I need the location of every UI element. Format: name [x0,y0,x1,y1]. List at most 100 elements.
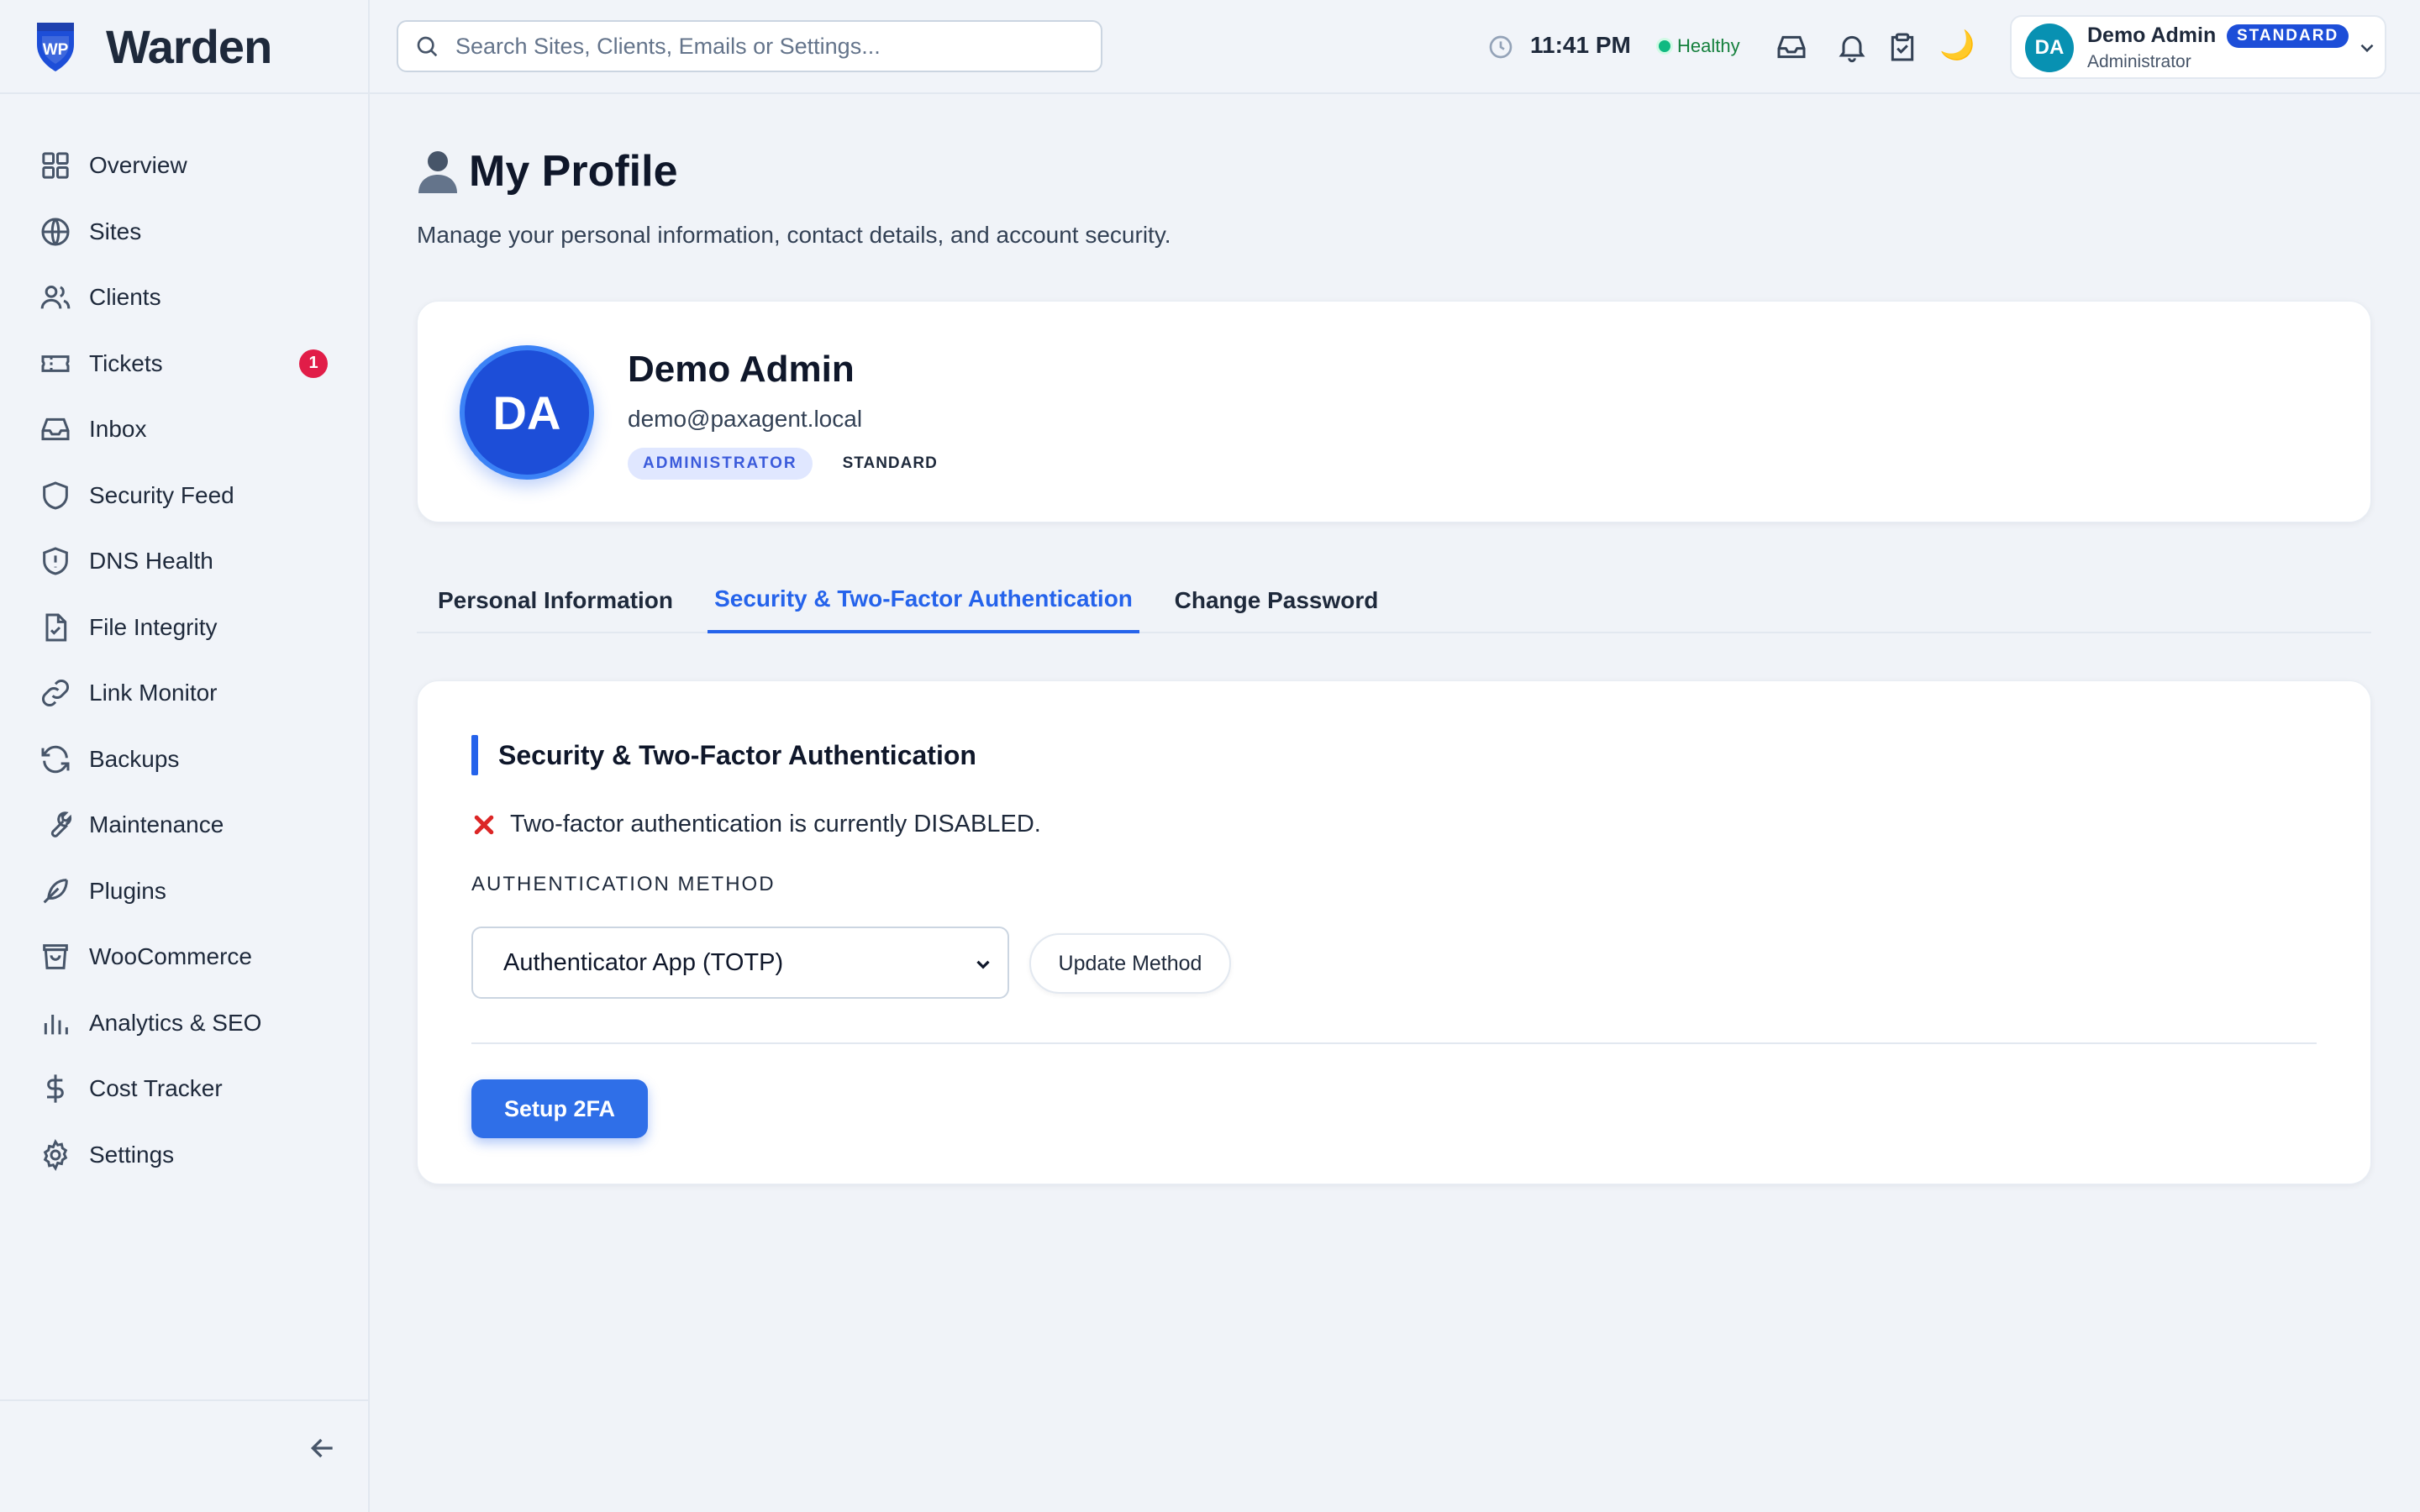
health-status: Healthy [1659,35,1740,57]
profile-card: DA Demo Admin demo@paxagent.local ADMINI… [417,301,2371,522]
section-heading: Security & Two-Factor Authentication [471,735,976,775]
sidebar-item-file-integrity[interactable]: File Integrity [0,595,368,661]
search-input[interactable] [455,33,1094,60]
chevron-down-icon [2360,44,2374,53]
setup-2fa-button[interactable]: Setup 2FA [471,1079,648,1138]
sidebar-item-plugins[interactable]: Plugins [0,858,368,925]
sidebar-item-label: Inbox [89,416,147,443]
user-silhouette-icon [418,151,457,193]
user-menu[interactable]: DA Demo Admin STANDARD Administrator [2010,15,2386,79]
profile-email: demo@paxagent.local [628,406,863,432]
sidebar-item-link-monitor[interactable]: Link Monitor [0,660,368,727]
sidebar-item-label: Tickets [89,349,163,376]
svg-text:WP: WP [43,41,69,59]
topbar: 11:41 PM Healthy 🌙 DA Demo Admin STANDAR… [370,0,2420,94]
users-icon [40,286,71,309]
sidebar-item-clients[interactable]: Clients [0,265,368,331]
sidebar-item-settings[interactable]: Settings [0,1122,368,1189]
health-label: Healthy [1677,35,1740,56]
sidebar-item-woocommerce[interactable]: WooCommerce [0,924,368,990]
sidebar-item-label: Plugins [89,877,166,904]
sidebar-item-label: Settings [89,1141,175,1168]
sidebar-item-analytics-seo[interactable]: Analytics & SEO [0,990,368,1057]
auth-method-value: Authenticator App (TOTP) [503,948,784,976]
sidebar-item-backups[interactable]: Backups [0,727,368,793]
sidebar-item-label: Overview [89,152,187,179]
sidebar-item-overview[interactable]: Overview [0,133,368,199]
wrench-icon [50,811,72,838]
bell-icon[interactable] [1835,30,1869,64]
section-title: Security & Two-Factor Authentication [498,739,976,770]
sidebar-item-label: DNS Health [89,548,213,575]
search-icon [417,36,438,57]
shield-icon [43,481,68,510]
tab-personal-information[interactable]: Personal Information [417,568,694,633]
page-title-text: My Profile [469,147,678,196]
globe-icon [41,218,70,246]
auth-method-select[interactable]: Authenticator App (TOTP) [471,927,1009,999]
sidebar-item-label: Analytics & SEO [89,1009,262,1036]
update-method-button[interactable]: Update Method [1029,933,1231,994]
dark-mode-toggle-icon[interactable]: 🌙 [1939,29,1975,62]
refresh-icon [41,745,70,773]
sidebar-item-sites[interactable]: Sites [0,199,368,265]
close-icon [474,815,494,834]
sidebar-item-label: Backups [89,745,180,772]
sidebar-item-label: Maintenance [89,811,224,838]
profile-name: Demo Admin [628,349,855,390]
main-content: My Profile Manage your personal informat… [370,94,2420,1512]
sidebar-item-dns-health[interactable]: DNS Health [0,528,368,595]
brand[interactable]: WP Warden [0,0,368,94]
auth-method-label: AUTHENTICATION METHOD [471,873,776,895]
gear-icon [43,1138,68,1171]
page-subtitle: Manage your personal information, contac… [417,222,1171,248]
feather-icon [43,878,68,904]
sidebar: WP Warden Overview Sites Clients Tickets… [0,0,370,1512]
shield-logo-icon: WP [37,23,74,71]
shield-alert-icon [43,547,68,575]
sidebar-item-tickets[interactable]: Tickets 1 [0,331,368,397]
sidebar-item-label: Security Feed [89,481,234,508]
chevron-down-icon [976,960,990,969]
profile-badges: ADMINISTRATOR STANDARD [628,448,955,480]
tab-security-2fa[interactable]: Security & Two-Factor Authentication [708,568,1139,633]
plan-badge: STANDARD [842,454,938,472]
ticket-icon [41,354,70,372]
sidebar-item-maintenance[interactable]: Maintenance [0,792,368,858]
link-icon [41,680,70,707]
user-name: Demo Admin [2087,24,2217,47]
sidebar-item-label: Link Monitor [89,680,218,706]
user-role: Administrator [2087,52,2191,71]
shopping-bag-icon [43,944,68,970]
sidebar-item-inbox[interactable]: Inbox [0,396,368,463]
twofa-status-text: Two-factor authentication is currently D… [510,811,1041,837]
collapse-sidebar-icon[interactable] [306,1431,339,1465]
sidebar-item-label: File Integrity [89,613,218,640]
divider [471,1042,2317,1044]
clipboard-check-icon[interactable] [1886,30,1919,64]
role-badge: ADMINISTRATOR [628,448,813,480]
health-dot [1659,40,1670,52]
sidebar-item-label: Sites [89,218,142,244]
avatar: DA [2025,24,2074,72]
accent-bar [471,735,478,775]
grid-icon [42,152,69,179]
search-box[interactable] [397,20,1102,72]
avatar: DA [460,345,594,480]
brand-title: Warden [106,19,272,73]
bar-chart-icon [44,1014,68,1035]
inbox-icon [41,418,70,441]
inbox-icon[interactable] [1775,30,1808,64]
clock-time: 11:41 PM [1530,32,1631,58]
clock-icon [1489,35,1512,59]
sidebar-item-cost-tracker[interactable]: Cost Tracker [0,1056,368,1122]
tab-change-password[interactable]: Change Password [1155,568,1398,633]
plan-badge: STANDARD [2227,24,2349,48]
sidebar-item-label: WooCommerce [89,943,252,970]
sidebar-item-security-feed[interactable]: Security Feed [0,463,368,529]
profile-tabs: Personal Information Security & Two-Fact… [417,568,2371,633]
tickets-count-badge: 1 [299,349,328,378]
file-check-icon [45,613,67,642]
sidebar-nav: Overview Sites Clients Tickets 1 Inbox S… [0,94,368,1188]
twofa-status: Two-factor authentication is currently D… [471,811,1041,838]
